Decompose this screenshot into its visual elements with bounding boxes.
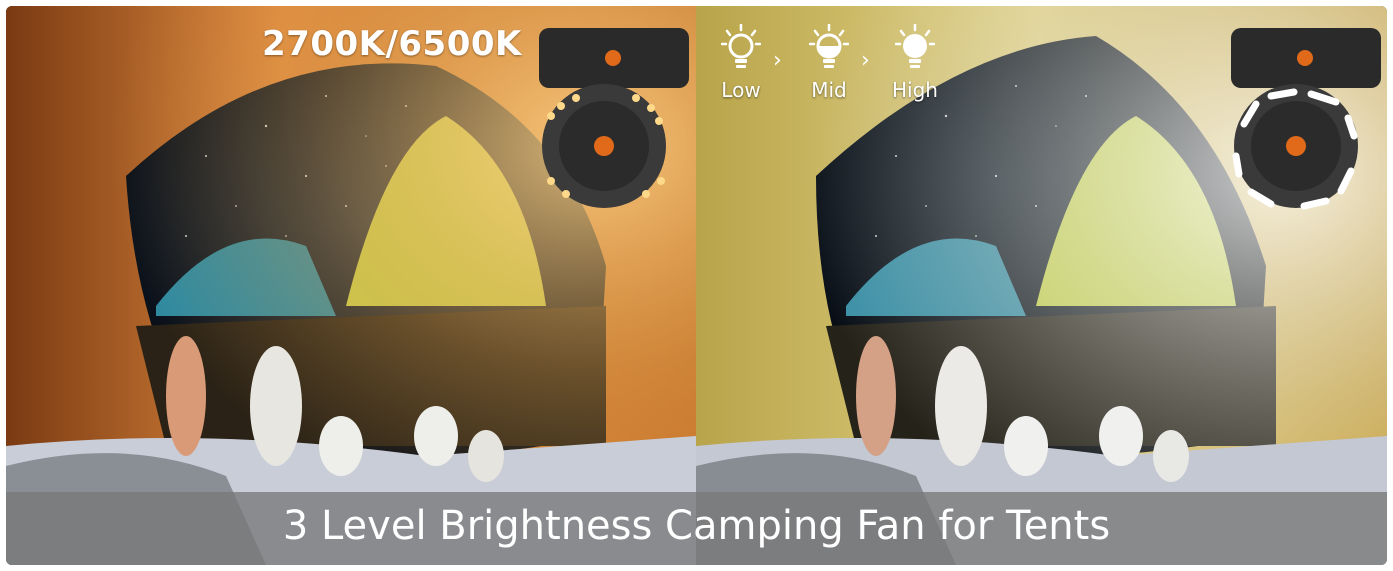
- separator-1: ›: [773, 48, 782, 73]
- warm-light-scene: 2700K/6500K: [6, 6, 696, 565]
- level-high-label: High: [892, 78, 938, 102]
- level-high: High: [885, 23, 945, 102]
- bulb-low-icon: [720, 23, 762, 68]
- product-image: 2700K/6500K Low › Mid › High 3 Level Bri…: [6, 6, 1387, 565]
- level-mid: Mid: [799, 23, 859, 102]
- separator-2: ›: [861, 48, 870, 73]
- level-mid-label: Mid: [811, 78, 847, 102]
- brightness-levels: Low › Mid › High: [711, 23, 951, 124]
- caption-text: 3 Level Brightness Camping Fan for Tents: [282, 503, 1111, 549]
- bulb-high-icon: [894, 23, 936, 68]
- level-low: Low: [711, 23, 771, 102]
- bulb-mid-icon: [808, 23, 850, 68]
- level-low-label: Low: [721, 78, 761, 102]
- tent-scene-warm: [6, 6, 696, 565]
- color-temperature-heading: 2700K/6500K: [262, 24, 522, 64]
